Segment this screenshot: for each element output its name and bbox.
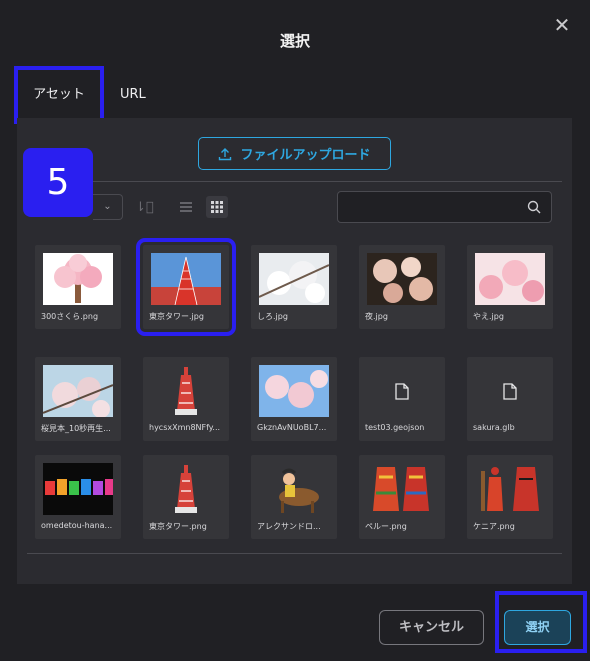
asset-name: 東京タワー.jpg (149, 312, 204, 321)
asset-thumbnail (367, 253, 437, 305)
search-icon[interactable] (527, 200, 541, 214)
divider (27, 553, 562, 554)
asset-item[interactable]: 東京タワー.png (143, 455, 229, 539)
asset-thumbnail (151, 463, 221, 515)
asset-item[interactable]: やえ.jpg (467, 245, 553, 329)
sort-icon[interactable]: ⇂⃝ (135, 200, 154, 215)
sort-select[interactable]: ⌄ (93, 194, 123, 220)
asset-name: test03.geojson (365, 423, 425, 432)
asset-thumbnail (151, 365, 221, 417)
file-upload-button[interactable]: ファイルアップロード (198, 137, 391, 170)
asset-name: しろ.jpg (257, 312, 288, 321)
asset-name: omedetou-hana... (41, 521, 113, 530)
asset-panel: ファイルアップロード ⌄ ⇂⃝ 300さくら.png 東京タワー.jpg しろ.… (17, 118, 572, 584)
asset-thumbnail (151, 253, 221, 305)
asset-name: 夜.jpg (365, 312, 388, 321)
asset-name: 桜見本_10秒再生... (41, 424, 111, 433)
asset-name: ペルー.png (365, 522, 407, 531)
divider (27, 181, 562, 182)
asset-name: sakura.glb (473, 423, 515, 432)
grid-view-icon[interactable] (206, 196, 228, 218)
asset-item[interactable]: 夜.jpg (359, 245, 445, 329)
asset-item[interactable]: ペルー.png (359, 455, 445, 539)
file-upload-label: ファイルアップロード (240, 148, 371, 163)
asset-name: アレクサンドロ... (257, 522, 321, 531)
asset-thumbnail (43, 253, 113, 305)
asset-name: ケニア.png (473, 522, 515, 531)
asset-item[interactable]: omedetou-hana... (35, 455, 121, 539)
asset-item[interactable]: しろ.jpg (251, 245, 337, 329)
asset-item[interactable]: 桜見本_10秒再生... (35, 357, 121, 441)
asset-name: 300さくら.png (41, 312, 99, 321)
asset-grid: 300さくら.png 東京タワー.jpg しろ.jpg 夜.jpg やえ.jpg… (35, 238, 555, 540)
close-icon[interactable]: ✕ (551, 14, 573, 36)
select-button[interactable]: 選択 (504, 610, 571, 645)
file-icon (395, 383, 409, 400)
cancel-button[interactable]: キャンセル (379, 610, 484, 645)
asset-name: hycsxXmn8NFfy... (149, 423, 221, 432)
asset-name: 東京タワー.png (149, 522, 207, 531)
asset-item[interactable]: 300さくら.png (35, 245, 121, 329)
asset-thumbnail (259, 365, 329, 417)
asset-thumbnail (259, 253, 329, 305)
asset-item[interactable]: GkznAvNUoBL7... (251, 357, 337, 441)
dialog-title: 選択 (279, 32, 310, 50)
asset-item[interactable]: sakura.glb (467, 357, 553, 441)
tab-url[interactable]: URL (120, 66, 160, 124)
asset-thumbnail (43, 463, 113, 515)
asset-thumbnail (367, 463, 437, 515)
asset-item[interactable]: hycsxXmn8NFfy... (143, 357, 229, 441)
asset-name: GkznAvNUoBL7... (257, 423, 327, 432)
file-icon (503, 383, 517, 400)
asset-thumbnail (475, 463, 545, 515)
asset-item[interactable]: 東京タワー.jpg (136, 238, 236, 336)
asset-thumbnail (475, 253, 545, 305)
asset-thumbnail (259, 463, 329, 515)
asset-item[interactable]: test03.geojson (359, 357, 445, 441)
asset-thumbnail (43, 365, 113, 417)
search-input[interactable] (346, 198, 516, 216)
search-box (337, 191, 552, 223)
step-badge: 5 (23, 148, 93, 217)
list-view-icon[interactable] (177, 198, 195, 216)
tab-asset[interactable]: アセット (14, 66, 104, 124)
asset-select-dialog: 選択 ✕ アセット URL ファイルアップロード ⌄ ⇂⃝ 300さくら.png… (0, 0, 590, 661)
asset-item[interactable]: ケニア.png (467, 455, 553, 539)
asset-name: やえ.jpg (473, 312, 504, 321)
upload-icon (219, 147, 232, 160)
asset-item[interactable]: アレクサンドロ... (251, 455, 337, 539)
